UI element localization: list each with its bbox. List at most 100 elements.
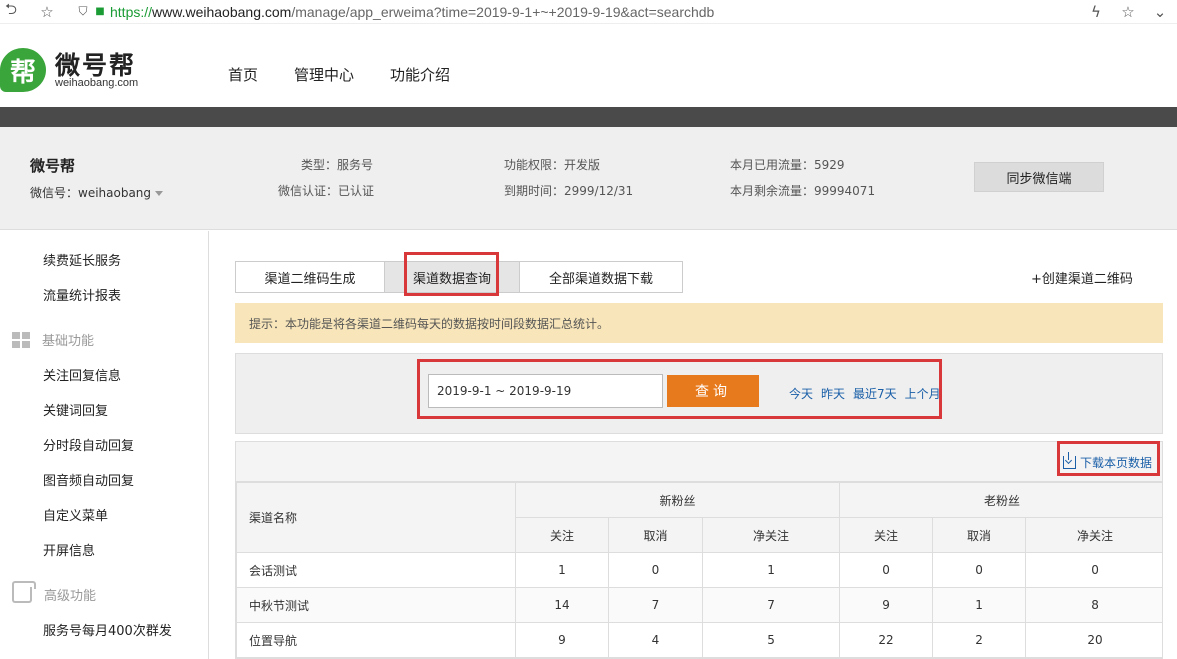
tab-qrcode-generate[interactable]: 渠道二维码生成 [235,261,385,293]
col-header-old-net: 净关注 [1025,517,1162,553]
account-permission: 功能权限：开发版 [504,158,601,172]
caret-down-icon [155,191,164,196]
favorite-star-icon[interactable]: ☆ [1117,1,1139,23]
cell-channel-name: 会话测试 [236,552,516,588]
sidebar-item-timed-reply[interactable]: 分时段自动回复 [43,435,134,454]
col-header-new-net: 净关注 [701,517,841,553]
cell-value: 9 [515,622,609,658]
account-expire: 到期时间：2999/12/31 [504,184,634,198]
sidebar: 续费延长服务 流量统计报表 基础功能 关注回复信息 关键词回复 分时段自动回复 … [0,231,209,659]
nav-home[interactable]: 首页 [228,64,258,85]
account-verified: 微信认证：已认证 [278,184,375,198]
logo-domain: weihaobang.com [55,77,139,89]
quick-link-last7[interactable]: 最近7天 [853,385,897,402]
download-icon [1062,452,1076,469]
cell-value: 7 [608,587,703,623]
sidebar-item-renew[interactable]: 续费延长服务 [43,250,121,269]
top-nav: 首页 管理中心 功能介绍 [228,64,450,85]
cell-value: 1 [701,552,841,588]
account-name: 微号帮 [30,157,76,175]
cell-value: 4 [608,622,703,658]
download-page-data-link[interactable]: 下载本页数据 [1062,452,1152,471]
lock-icon: ■ [95,6,105,17]
quick-date-links: 今天 昨天 最近7天 上个月 [789,385,941,402]
logo-badge: 帮 [0,48,46,92]
account-panel: 微号帮 微信号：weihaobang 类型：服务号 微信认证：已认证 功能权限：… [0,127,1177,230]
cell-value: 0 [1025,552,1162,588]
cell-channel-name: 中秋节测试 [236,587,516,623]
col-group-old-fans: 老粉丝 [839,482,1162,518]
sidebar-group-basic: 基础功能 [12,330,94,349]
sidebar-item-media-reply[interactable]: 图音频自动回复 [43,470,134,489]
channel-data-table: 渠道名称 新粉丝 老粉丝 关注 取消 净关注 关注 取消 净关注 会话测试 1 … [236,482,1162,658]
url-protocol: https:// [110,3,153,20]
sidebar-item-custom-menu[interactable]: 自定义菜单 [43,505,108,524]
cell-channel-name: 位置导航 [236,622,516,658]
sync-wechat-button[interactable]: 同步微信端 [974,162,1104,192]
tab-channel-query[interactable]: 渠道数据查询 [384,261,520,293]
cell-value: 7 [701,587,841,623]
table-row: 中秋节测试 14 7 7 9 1 8 [236,587,1162,623]
data-table-panel: 下载本页数据 渠道名称 新粉丝 老粉丝 关注 取消 净关注 关注 取消 净关注 … [235,441,1163,659]
remaining-traffic: 本月剩余流量：99994071 [730,184,876,198]
address-bar[interactable]: https://www.weihaobang.com/manage/app_er… [110,4,714,20]
date-range-input[interactable]: 2019-9-1 ~ 2019-9-19 [428,374,663,408]
sidebar-item-splash-info[interactable]: 开屏信息 [43,540,95,559]
cell-value: 5 [701,622,841,658]
lightning-icon[interactable]: ϟ [1085,1,1107,23]
cell-value: 2 [932,622,1027,658]
site-logo[interactable]: 帮 微号帮 weihaobang.com [0,46,150,94]
quick-link-today[interactable]: 今天 [789,385,813,402]
download-bar: 下载本页数据 [236,442,1162,482]
create-qrcode-link[interactable]: +创建渠道二维码 [1031,268,1133,287]
shield-icon: ⛉ [78,4,88,18]
chevron-down-icon[interactable]: ⌄ [1149,1,1171,23]
back-icon[interactable]: ⮌ [0,0,22,23]
header-divider-band [0,107,1177,127]
browser-bar: ⮌ ☆ ⛉ ■ https://www.weihaobang.com/manag… [0,0,1177,24]
cell-value: 1 [515,552,609,588]
tab-download-all[interactable]: 全部渠道数据下载 [519,261,683,293]
col-header-old-follow: 关注 [839,517,934,553]
tip-banner: 提示：本功能是将各渠道二维码每天的数据按时间段数据汇总统计。 [235,303,1163,343]
wechat-id-selector[interactable]: 微信号：weihaobang [30,184,164,201]
wechat-id: 微信号：weihaobang [30,186,152,200]
sidebar-item-follow-reply[interactable]: 关注回复信息 [43,365,121,384]
bookmark-star-icon[interactable]: ☆ [36,1,58,23]
grid-icon [12,331,30,348]
col-header-new-follow: 关注 [515,517,609,553]
table-row: 位置导航 9 4 5 22 2 20 [236,622,1162,658]
cell-value: 14 [515,587,609,623]
cell-value: 9 [839,587,934,623]
table-row: 会话测试 1 0 1 0 0 0 [236,552,1162,588]
quick-link-last-month[interactable]: 上个月 [905,385,941,402]
quick-link-yesterday[interactable]: 昨天 [821,385,845,402]
col-header-new-cancel: 取消 [608,517,703,553]
url-path: /manage/app_erweima?time=2019-9-1+~+2019… [291,3,715,20]
tip-text: 提示：本功能是将各渠道二维码每天的数据按时间段数据汇总统计。 [249,316,610,331]
cell-value: 1 [932,587,1027,623]
tray-icon [12,580,36,603]
cell-value: 20 [1025,622,1162,658]
cell-value: 22 [839,622,934,658]
query-button[interactable]: 查询 [667,375,759,407]
browser-actions: ϟ ☆ ⌄ [1085,0,1171,24]
sidebar-item-traffic-report[interactable]: 流量统计报表 [43,285,121,304]
sidebar-group-advanced-label: 高级功能 [44,589,97,604]
sidebar-item-mass-send[interactable]: 服务号每月400次群发 [43,620,172,639]
cell-value: 0 [608,552,703,588]
tab-bar: 渠道二维码生成 渠道数据查询 全部渠道数据下载 [235,261,683,293]
sidebar-item-keyword-reply[interactable]: 关键词回复 [43,400,108,419]
url-host: www.weihaobang.com [152,3,292,20]
download-label: 下载本页数据 [1079,456,1152,470]
col-header-old-cancel: 取消 [932,517,1027,553]
col-header-name: 渠道名称 [236,482,516,553]
cell-value: 0 [932,552,1027,588]
account-type: 类型：服务号 [301,158,374,172]
cell-value: 0 [839,552,934,588]
nav-management[interactable]: 管理中心 [294,64,354,85]
site-header: 帮 微号帮 weihaobang.com 首页 管理中心 功能介绍 [0,24,1177,107]
used-traffic: 本月已用流量：5929 [730,158,845,172]
sidebar-group-advanced: 高级功能 [12,580,97,604]
nav-features[interactable]: 功能介绍 [390,64,450,85]
